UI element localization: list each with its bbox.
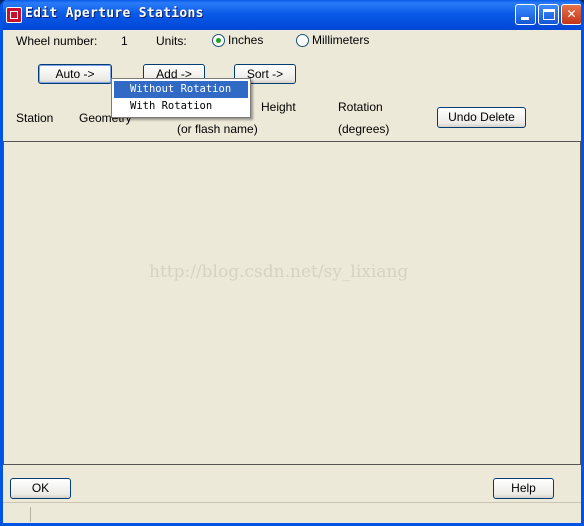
- window-title: Edit Aperture Stations: [25, 6, 204, 21]
- auto-button[interactable]: Auto ->: [38, 64, 112, 84]
- column-rotation-unit: (degrees): [338, 122, 390, 136]
- maximize-icon: [543, 9, 555, 20]
- menu-item-without-rotation[interactable]: Without Rotation: [114, 81, 248, 98]
- column-rotation: Rotation: [338, 100, 383, 114]
- status-bar: [3, 502, 581, 523]
- help-button[interactable]: Help: [493, 478, 554, 499]
- undo-delete-button[interactable]: Undo Delete: [437, 107, 526, 128]
- column-height: Height: [261, 100, 296, 114]
- millimeters-label[interactable]: Millimeters: [312, 33, 369, 47]
- column-station: Station: [16, 111, 54, 125]
- title-bar[interactable]: Edit Aperture Stations ✕: [3, 0, 581, 30]
- units-label: Units:: [156, 34, 187, 48]
- millimeters-radio[interactable]: [296, 34, 309, 47]
- close-button[interactable]: ✕: [561, 4, 581, 25]
- stations-grid[interactable]: [3, 141, 581, 465]
- menu-item-with-rotation[interactable]: With Rotation: [114, 98, 248, 115]
- minimize-button[interactable]: [515, 4, 536, 25]
- close-icon: ✕: [566, 7, 577, 21]
- wheel-number-value: 1: [121, 34, 128, 48]
- dialog-window: Edit Aperture Stations ✕ Wheel number: 1…: [0, 0, 584, 526]
- inches-radio[interactable]: [212, 34, 225, 47]
- wheel-number-label: Wheel number:: [16, 34, 98, 48]
- auto-dropdown-menu: Without Rotation With Rotation: [111, 78, 251, 118]
- status-divider: [30, 507, 31, 522]
- column-flash-name: (or flash name): [177, 122, 258, 136]
- inches-label[interactable]: Inches: [228, 33, 263, 47]
- ok-button[interactable]: OK: [10, 478, 71, 499]
- watermark-text: http://blog.csdn.net/sy_lixiang: [149, 262, 409, 282]
- minimize-icon: [521, 17, 529, 20]
- app-icon[interactable]: [6, 7, 22, 23]
- maximize-button[interactable]: [538, 4, 559, 25]
